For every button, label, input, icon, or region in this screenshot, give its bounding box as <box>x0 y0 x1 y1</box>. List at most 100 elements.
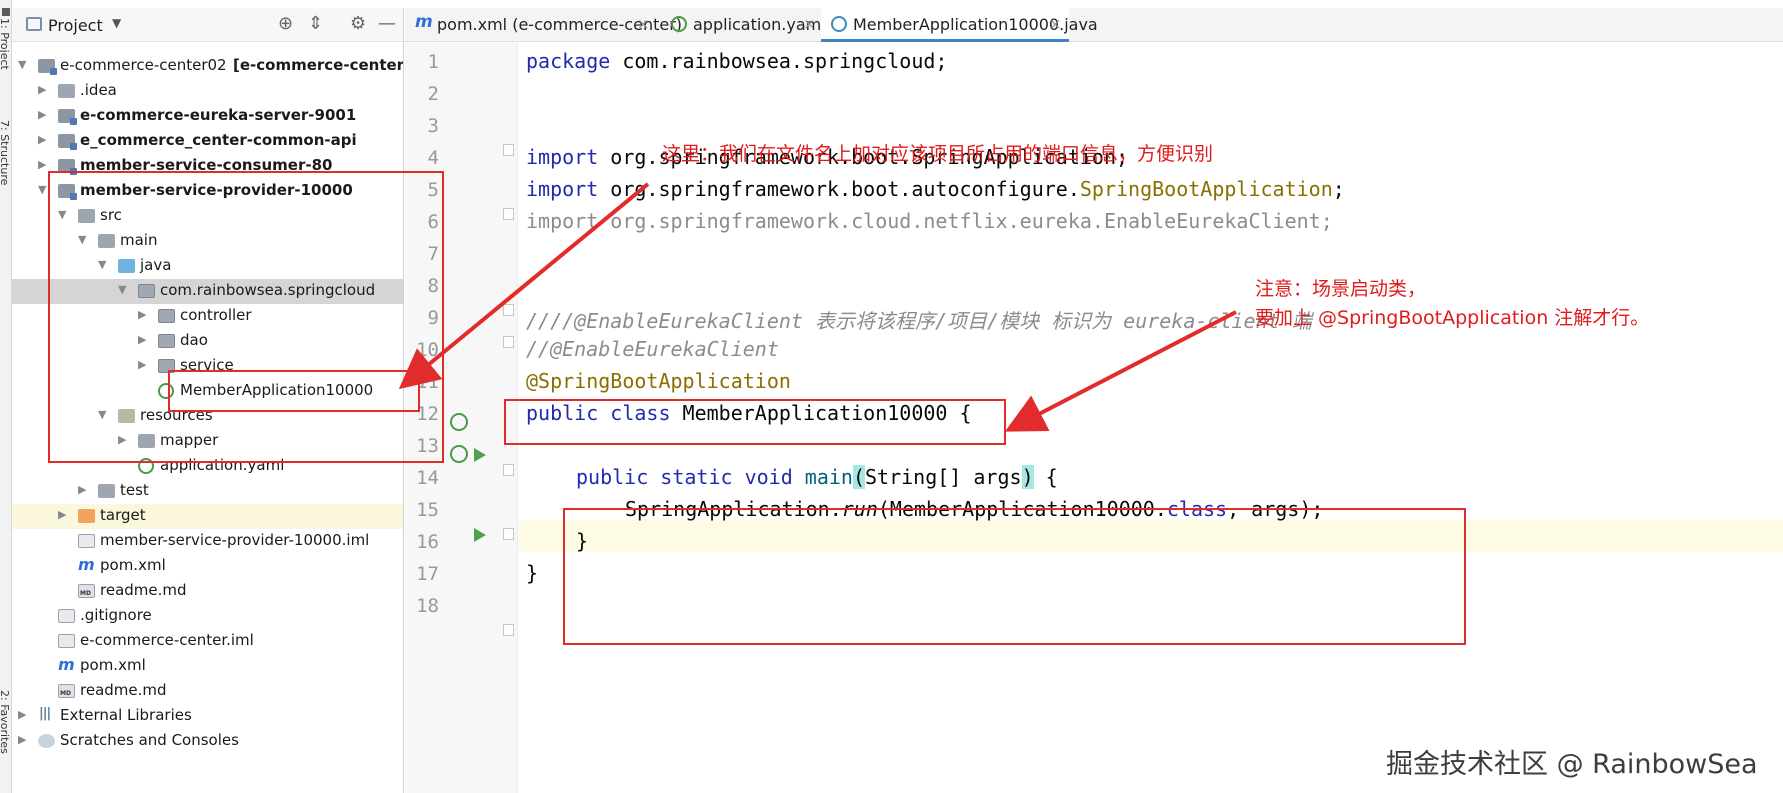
close-icon[interactable]: × <box>637 15 650 33</box>
tree-item[interactable]: m pom.xml <box>12 654 403 679</box>
collapse-icon[interactable]: ⇕ <box>308 13 323 34</box>
watermark: 掘金技术社区 @ RainbowSea <box>1386 749 1758 780</box>
md-icon <box>58 684 75 698</box>
main-method-box <box>563 508 1466 645</box>
tree-item-label: .gitignore <box>80 606 152 624</box>
hide-icon[interactable]: — <box>378 13 396 34</box>
keyword: public static void <box>576 465 793 489</box>
tree-item[interactable]: m pom.xml <box>12 554 403 579</box>
chevron-right-icon[interactable]: ▶ <box>38 108 46 121</box>
settings-icon[interactable]: ⚙ <box>350 13 366 34</box>
tree-item[interactable]: .gitignore <box>12 604 403 629</box>
keyword: import <box>526 145 599 169</box>
project-tool-icon[interactable] <box>2 8 10 16</box>
code-line-14: public static void main(String[] args) { <box>576 465 1058 489</box>
chevron-right-icon[interactable]: ▶ <box>18 708 26 721</box>
code-text: String[] args <box>865 465 1022 489</box>
code-text: com.rainbowsea.springcloud; <box>610 49 948 73</box>
code-line-11: @SpringBootApplication <box>526 369 791 393</box>
chevron-right-icon[interactable]: ▶ <box>38 133 46 146</box>
fold-marker[interactable] <box>503 528 514 540</box>
tree-item[interactable]: ▶ test <box>12 479 403 504</box>
chevron-down-icon[interactable]: ▼ <box>38 183 46 196</box>
chevron-right-icon[interactable]: ▶ <box>58 508 66 521</box>
project-tool-button[interactable]: 1: Project <box>0 18 11 70</box>
md-icon <box>78 584 95 598</box>
scratch-icon <box>38 734 55 748</box>
tree-item[interactable]: ▼ e-commerce-center02 [e-commerce-center] <box>12 54 403 79</box>
code-text: ; <box>1332 177 1345 201</box>
tree-item[interactable]: ▶ e-commerce-eureka-server-9001 <box>12 104 403 129</box>
favorites-tool-button[interactable]: 2: Favorites <box>0 690 11 754</box>
fold-marker[interactable] <box>503 144 514 156</box>
folder-icon <box>58 84 75 98</box>
line-number: 2 <box>427 83 439 105</box>
provider-module-box <box>48 171 444 463</box>
code-text: { <box>1033 465 1058 489</box>
structure-tool-button[interactable]: 7: Structure <box>0 120 11 185</box>
chevron-right-icon[interactable]: ▶ <box>78 483 86 496</box>
line-number: 4 <box>427 147 439 169</box>
fold-marker[interactable] <box>503 304 514 316</box>
tab-application-yaml[interactable]: application.yaml × <box>661 8 826 42</box>
spring-bean-icon[interactable] <box>450 413 468 431</box>
project-pane-header: Project ▼ ⊕ ⇕ ⚙ — <box>12 8 403 42</box>
tree-item[interactable]: readme.md <box>12 679 403 704</box>
module-icon <box>38 59 57 75</box>
tree-item-label: pom.xml <box>80 656 146 674</box>
module-icon <box>58 134 77 150</box>
code-line-5: import org.springframework.boot.autoconf… <box>526 177 1345 201</box>
fold-marker[interactable] <box>503 624 514 636</box>
code-text: org.springframework.boot.autoconfigure. <box>598 177 1080 201</box>
keyword: package <box>526 49 611 73</box>
tab-member-application[interactable]: MemberApplication10000.java × <box>821 8 1098 42</box>
note-filename-port: 这里：我们在文件名上加对应该项目所占用的端口信息，方便识别 <box>662 143 1214 165</box>
tree-item[interactable]: readme.md <box>12 579 403 604</box>
tree-item[interactable]: member-service-provider-10000.iml <box>12 529 403 554</box>
close-icon[interactable]: × <box>1049 15 1062 33</box>
spring-class-icon <box>831 16 847 32</box>
tree-item-label: .idea <box>80 81 117 99</box>
tool-window-strip: 1: Project 7: Structure 2: Favorites <box>0 0 12 793</box>
run-main-icon[interactable] <box>474 528 486 542</box>
spring-bean-icon[interactable] <box>450 445 468 463</box>
tree-item-label: member-service-provider-10000.iml <box>100 531 370 549</box>
libs-icon <box>38 706 55 723</box>
tree-item-label: e-commerce-eureka-server-9001 <box>80 106 357 124</box>
chevron-down-icon[interactable]: ▼ <box>18 58 26 71</box>
note-startup-class-line1: 注意：场景启动类， <box>1255 278 1427 300</box>
tree-item[interactable]: ▶ .idea <box>12 79 403 104</box>
paren-match: ( <box>852 465 866 489</box>
chevron-right-icon[interactable]: ▶ <box>18 733 26 746</box>
close-icon[interactable]: × <box>803 15 816 33</box>
editor-tab-bar: m pom.xml (e-commerce-center) × applicat… <box>405 8 1783 42</box>
chevron-down-icon[interactable]: ▼ <box>112 16 121 30</box>
line-number: 16 <box>416 531 439 553</box>
tree-item-label: test <box>120 481 149 499</box>
tree-item[interactable]: ▶ target <box>12 504 403 529</box>
tree-item[interactable]: e-commerce-center.iml <box>12 629 403 654</box>
fold-marker[interactable] <box>503 208 514 220</box>
tree-item[interactable]: ▶ e_commerce_center-common-api <box>12 129 403 154</box>
fold-marker[interactable] <box>503 336 514 348</box>
locate-icon[interactable]: ⊕ <box>278 13 293 34</box>
tab-pom-xml[interactable]: m pom.xml (e-commerce-center) × <box>405 8 682 42</box>
chevron-right-icon[interactable]: ▶ <box>38 158 46 171</box>
tree-item-label: External Libraries <box>60 706 192 724</box>
tree-item-label: readme.md <box>80 681 167 699</box>
main-class-file-box <box>168 370 420 412</box>
project-view-title[interactable]: Project <box>48 16 103 35</box>
line-number: 15 <box>416 499 439 521</box>
fold-marker[interactable] <box>503 464 514 476</box>
code-line-10: //@EnableEurekaClient <box>526 337 779 361</box>
tree-item[interactable]: ▶ External Libraries <box>12 704 403 729</box>
tree-item[interactable]: ▶ Scratches and Consoles <box>12 729 403 754</box>
chevron-right-icon[interactable]: ▶ <box>38 83 46 96</box>
tree-item-label: e-commerce-center.iml <box>80 631 254 649</box>
iml-icon <box>78 534 95 548</box>
run-class-icon[interactable] <box>474 448 486 462</box>
code-line-9: ////@EnableEurekaClient 表示将该程序/项目/模块 标识为… <box>526 309 1312 333</box>
tree-item-label: e-commerce-center02 <box>60 56 227 74</box>
maven-icon: m <box>58 655 75 674</box>
method-name: main <box>804 465 853 489</box>
